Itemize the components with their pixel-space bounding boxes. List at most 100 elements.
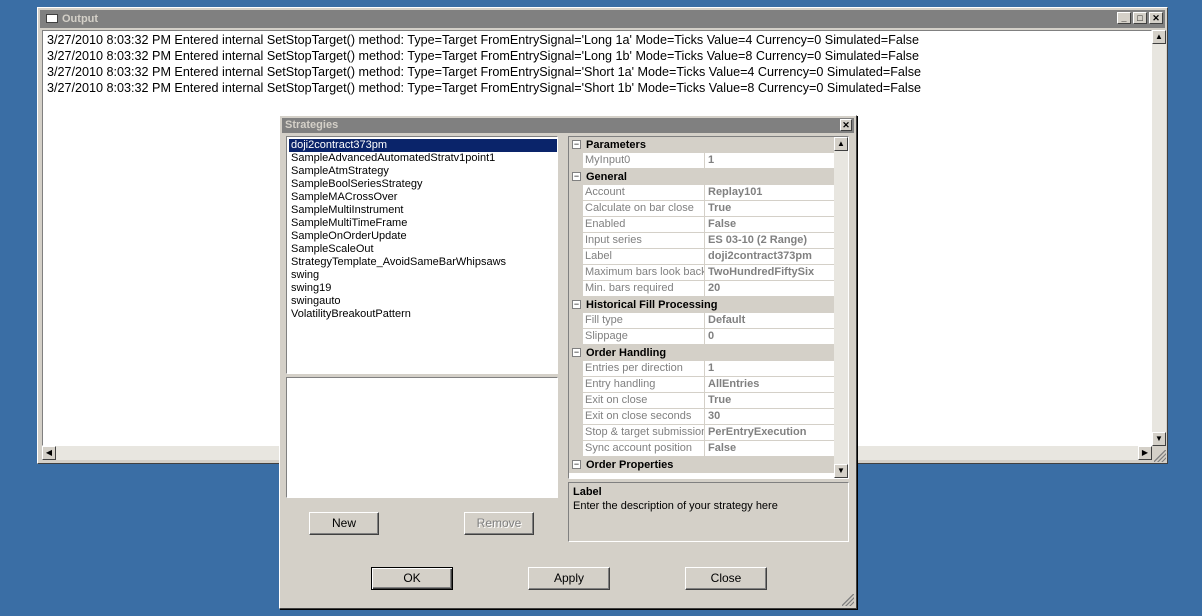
collapse-icon[interactable]: − xyxy=(572,300,581,309)
property-row[interactable]: Exit on close seconds 30 xyxy=(569,409,834,425)
new-button[interactable]: New xyxy=(309,512,379,535)
list-item[interactable]: SampleAdvancedAutomatedStratv1point1 xyxy=(289,152,557,165)
resize-grip-icon[interactable] xyxy=(842,594,854,606)
property-value[interactable]: AllEntries xyxy=(705,377,834,392)
collapse-icon[interactable]: − xyxy=(572,348,581,357)
strategy-list[interactable]: doji2contract373pm SampleAdvancedAutomate… xyxy=(286,136,558,374)
property-row[interactable]: Sync account position False xyxy=(569,441,834,457)
list-item[interactable]: VolatilityBreakoutPattern xyxy=(289,308,557,321)
scroll-up-icon[interactable]: ▲ xyxy=(834,137,848,151)
property-name: Entries per direction xyxy=(583,361,705,376)
category-name: Order Handling xyxy=(586,347,667,359)
scroll-left-icon[interactable]: ◀ xyxy=(42,446,56,460)
property-gutter xyxy=(569,153,583,168)
ok-button[interactable]: OK xyxy=(371,567,453,590)
list-item[interactable]: SampleMultiInstrument xyxy=(289,204,557,217)
output-titlebar[interactable]: Output _ □ ✕ xyxy=(40,10,1165,28)
property-value[interactable]: False xyxy=(705,217,834,232)
property-gutter xyxy=(569,377,583,392)
output-window-icon xyxy=(46,14,58,24)
property-gutter xyxy=(569,361,583,376)
property-row[interactable]: Exit on close True xyxy=(569,393,834,409)
property-category[interactable]: − Parameters xyxy=(569,137,834,153)
list-item[interactable]: doji2contract373pm xyxy=(289,139,557,152)
scroll-right-icon[interactable]: ▶ xyxy=(1138,446,1152,460)
property-row[interactable]: Enabled False xyxy=(569,217,834,233)
property-name: Fill type xyxy=(583,313,705,328)
property-row[interactable]: Input series ES 03-10 (2 Range) xyxy=(569,233,834,249)
property-value[interactable]: Replay101 xyxy=(705,185,834,200)
property-value[interactable]: False xyxy=(705,441,834,456)
collapse-icon[interactable]: − xyxy=(572,172,581,181)
property-value[interactable]: ES 03-10 (2 Range) xyxy=(705,233,834,248)
property-name: Exit on close xyxy=(583,393,705,408)
property-name: Exit on close seconds xyxy=(583,409,705,424)
close-button[interactable]: Close xyxy=(685,567,767,590)
property-category[interactable]: − Order Properties xyxy=(569,457,834,473)
property-value[interactable]: True xyxy=(705,201,834,216)
property-rows: − Parameters MyInput0 1− General Account Repla… xyxy=(569,137,834,473)
strategies-titlebar[interactable]: Strategies ✕ xyxy=(282,118,854,133)
property-gutter xyxy=(569,185,583,200)
close-icon[interactable]: ✕ xyxy=(840,119,852,131)
property-value[interactable]: 20 xyxy=(705,281,834,296)
list-item[interactable]: swingauto xyxy=(289,295,557,308)
property-name: Label xyxy=(583,249,705,264)
property-name: Calculate on bar close xyxy=(583,201,705,216)
property-grid-scrollbar[interactable]: ▲ ▼ xyxy=(834,137,848,478)
property-category[interactable]: − Order Handling xyxy=(569,345,834,361)
collapse-icon[interactable]: − xyxy=(572,140,581,149)
property-grid[interactable]: − Parameters MyInput0 1− General Account Repla… xyxy=(568,136,849,479)
list-item[interactable]: SampleMACrossOver xyxy=(289,191,557,204)
property-gutter xyxy=(569,265,583,280)
help-title: Label xyxy=(573,486,602,498)
scroll-up-icon[interactable]: ▲ xyxy=(1152,30,1166,44)
property-value[interactable]: True xyxy=(705,393,834,408)
scroll-down-icon[interactable]: ▼ xyxy=(834,464,848,478)
list-item[interactable]: StrategyTemplate_AvoidSameBarWhipsaws xyxy=(289,256,557,269)
list-item[interactable]: SampleScaleOut xyxy=(289,243,557,256)
property-name: Min. bars required xyxy=(583,281,705,296)
property-value[interactable]: 1 xyxy=(705,153,834,168)
property-value[interactable]: doji2contract373pm xyxy=(705,249,834,264)
collapse-icon[interactable]: − xyxy=(572,460,581,469)
property-gutter xyxy=(569,249,583,264)
property-row[interactable]: Fill type Default xyxy=(569,313,834,329)
apply-button[interactable]: Apply xyxy=(528,567,610,590)
property-row[interactable]: Account Replay101 xyxy=(569,185,834,201)
resize-grip-icon[interactable] xyxy=(1154,450,1166,462)
property-value[interactable]: PerEntryExecution xyxy=(705,425,834,440)
remove-button[interactable]: Remove xyxy=(464,512,534,535)
list-item[interactable]: swing xyxy=(289,269,557,282)
property-row[interactable]: Stop & target submission PerEntryExecutio… xyxy=(569,425,834,441)
minimize-button[interactable]: _ xyxy=(1117,12,1131,24)
property-row[interactable]: Calculate on bar close True xyxy=(569,201,834,217)
close-button[interactable]: ✕ xyxy=(1149,12,1163,24)
category-name: Historical Fill Processing xyxy=(586,299,718,311)
property-category[interactable]: − Historical Fill Processing xyxy=(569,297,834,313)
property-category[interactable]: − General xyxy=(569,169,834,185)
property-gutter xyxy=(569,393,583,408)
property-value[interactable]: Default xyxy=(705,313,834,328)
property-value[interactable]: 1 xyxy=(705,361,834,376)
list-item[interactable]: SampleAtmStrategy xyxy=(289,165,557,178)
list-item[interactable]: SampleOnOrderUpdate xyxy=(289,230,557,243)
property-row[interactable]: Entry handling AllEntries xyxy=(569,377,834,393)
list-item[interactable]: SampleBoolSeriesStrategy xyxy=(289,178,557,191)
scroll-down-icon[interactable]: ▼ xyxy=(1152,432,1166,446)
property-row[interactable]: Min. bars required 20 xyxy=(569,281,834,297)
property-row[interactable]: Label doji2contract373pm xyxy=(569,249,834,265)
property-gutter xyxy=(569,409,583,424)
property-row[interactable]: Slippage 0 xyxy=(569,329,834,345)
property-row[interactable]: MyInput0 1 xyxy=(569,153,834,169)
property-row[interactable]: Maximum bars look back TwoHundredFiftySix xyxy=(569,265,834,281)
property-value[interactable]: 0 xyxy=(705,329,834,344)
output-vertical-scrollbar[interactable]: ▲ ▼ xyxy=(1152,30,1166,446)
list-item[interactable]: SampleMultiTimeFrame xyxy=(289,217,557,230)
property-value[interactable]: 30 xyxy=(705,409,834,424)
property-value[interactable]: TwoHundredFiftySix xyxy=(705,265,834,280)
property-gutter xyxy=(569,201,583,216)
property-row[interactable]: Entries per direction 1 xyxy=(569,361,834,377)
maximize-button[interactable]: □ xyxy=(1133,12,1147,24)
list-item[interactable]: swing19 xyxy=(289,282,557,295)
